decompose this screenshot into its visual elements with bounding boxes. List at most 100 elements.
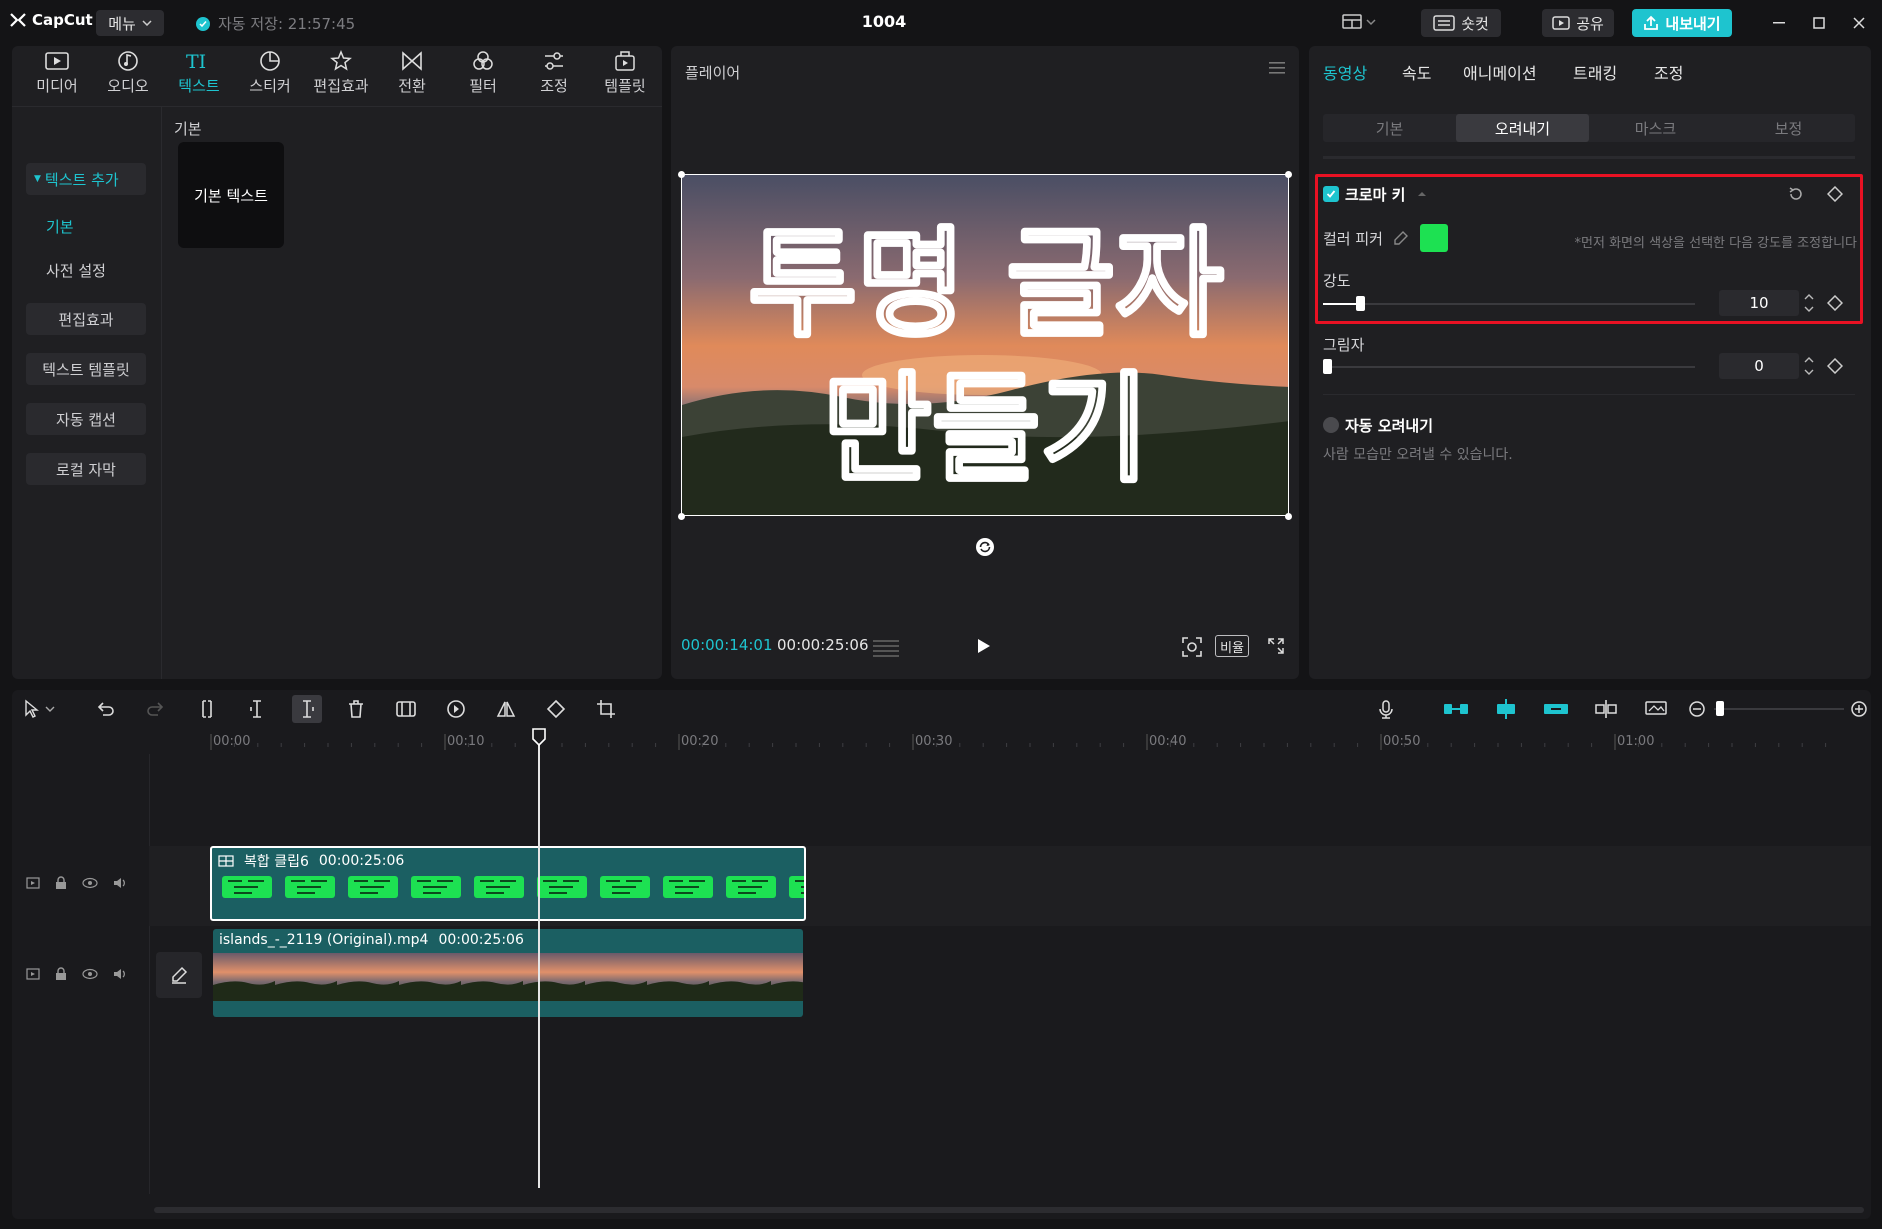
tab-adjust[interactable]: 조정 (1654, 60, 1683, 84)
clip-duration: 00:00:25:06 (438, 932, 524, 948)
intensity-input[interactable]: 10 (1719, 290, 1799, 316)
track-cover-icon[interactable] (26, 877, 40, 889)
mirror-icon[interactable] (496, 699, 516, 719)
tab-sticker[interactable]: 스티커 (235, 50, 305, 104)
tab-text[interactable]: TI 텍스트 (164, 50, 234, 104)
nav-basic[interactable]: 기본 (26, 210, 146, 242)
shadow-slider-knob[interactable] (1323, 359, 1332, 374)
freeze-frame-icon[interactable] (395, 699, 417, 719)
subtab-basic[interactable]: 기본 (1323, 114, 1456, 142)
main-track-magnet-icon[interactable] (1443, 701, 1469, 717)
subtab-mask[interactable]: 마스크 (1589, 114, 1722, 142)
select-cursor-icon[interactable] (24, 699, 58, 719)
lock-icon[interactable] (54, 967, 68, 981)
minimize-icon[interactable] (1764, 10, 1794, 36)
tab-animation[interactable]: 애니메이션 (1463, 60, 1537, 84)
stepper-icon[interactable] (1803, 353, 1815, 379)
tab-speed[interactable]: 속도 (1402, 60, 1431, 84)
shortcut-button[interactable]: 숏컷 (1421, 9, 1501, 37)
preview-axis-icon[interactable] (1594, 699, 1618, 719)
eyedropper-icon[interactable] (1393, 230, 1409, 246)
playhead-handle[interactable] (532, 728, 546, 746)
subtab-cutout[interactable]: 오려내기 (1456, 114, 1589, 142)
keyframe-diamond-icon[interactable] (1827, 186, 1843, 202)
chroma-key-checkbox[interactable] (1323, 186, 1339, 202)
playhead[interactable] (538, 730, 541, 1188)
zoom-out-icon[interactable] (1688, 700, 1706, 718)
nav-local-caption[interactable]: 로컬 자막 (26, 453, 146, 485)
auto-snap-icon[interactable] (1493, 698, 1519, 720)
nav-text-template[interactable]: 텍스트 템플릿 (26, 353, 146, 385)
crop-icon[interactable] (596, 699, 616, 719)
shadow-slider-track[interactable] (1323, 366, 1695, 368)
filter-icon (473, 51, 493, 70)
tab-audio[interactable]: 오디오 (93, 50, 163, 104)
undo-icon[interactable] (95, 699, 115, 719)
eye-icon[interactable] (82, 968, 98, 980)
nav-add-text[interactable]: ▼ 텍스트 추가 (26, 163, 146, 195)
share-button[interactable]: 공유 (1542, 9, 1614, 37)
resize-handle[interactable] (1285, 513, 1292, 520)
tab-media[interactable]: 미디어 (22, 50, 92, 104)
edit-cover-button[interactable] (156, 952, 202, 998)
rotate-clip-icon[interactable] (546, 699, 566, 719)
maximize-icon[interactable] (1804, 10, 1834, 36)
export-button[interactable]: 내보내기 (1632, 9, 1732, 37)
track-cover-icon[interactable] (26, 968, 40, 980)
tab-effects[interactable]: 편집효과 (306, 50, 376, 104)
tab-template[interactable]: 템플릿 (590, 50, 660, 104)
auto-cutout-toggle[interactable] (1323, 417, 1339, 433)
resize-handle[interactable] (678, 513, 685, 520)
lock-icon[interactable] (54, 876, 68, 890)
caret-up-icon[interactable] (1417, 191, 1427, 197)
layout-icon[interactable] (1342, 13, 1378, 31)
speaker-icon[interactable] (112, 967, 128, 981)
microphone-icon[interactable] (1376, 699, 1396, 719)
speaker-icon[interactable] (112, 876, 128, 890)
nav-auto-caption[interactable]: 자동 캡션 (26, 403, 146, 435)
tab-tracking[interactable]: 트래킹 (1573, 60, 1617, 84)
keyframe-diamond-icon[interactable] (1827, 358, 1843, 374)
tab-adjust[interactable]: 조정 (519, 50, 589, 104)
reset-icon[interactable] (1787, 185, 1805, 203)
reverse-icon[interactable] (446, 699, 466, 719)
zoom-slider-track[interactable] (1714, 708, 1844, 710)
intensity-slider-knob[interactable] (1356, 296, 1366, 311)
ratio-button[interactable]: 비율 (1215, 635, 1249, 657)
subtab-correction[interactable]: 보정 (1722, 114, 1855, 142)
video-preview[interactable]: 투명 글자 만들기 (681, 174, 1289, 516)
redo-icon[interactable] (146, 699, 166, 719)
default-text-card[interactable]: 기본 텍스트 (178, 142, 284, 248)
delete-icon[interactable] (346, 699, 366, 719)
nav-effects[interactable]: 편집효과 (26, 303, 146, 335)
intensity-slider-track[interactable] (1323, 303, 1695, 305)
split-icon[interactable] (197, 699, 217, 719)
fit-screen-icon[interactable] (1181, 636, 1203, 658)
split-right-icon[interactable] (292, 695, 322, 723)
nav-presets[interactable]: 사전 설정 (26, 254, 146, 286)
zoom-slider-knob[interactable] (1716, 701, 1724, 716)
hamburger-menu-icon[interactable] (1269, 62, 1285, 74)
compound-clip[interactable]: 복합 클립6 00:00:25:06 (210, 846, 806, 921)
timeline-grid-icon[interactable] (873, 640, 899, 658)
timeline-scrollbar[interactable] (154, 1207, 1864, 1213)
play-icon[interactable] (977, 638, 991, 654)
stepper-icon[interactable] (1803, 290, 1815, 316)
fullscreen-icon[interactable] (1267, 637, 1285, 655)
resize-handle[interactable] (678, 171, 685, 178)
picked-color-swatch[interactable] (1420, 224, 1448, 252)
shadow-input[interactable]: 0 (1719, 353, 1799, 379)
tab-video[interactable]: 동영상 (1323, 60, 1367, 84)
resize-handle[interactable] (1285, 171, 1292, 178)
video-clip[interactable]: islands_-_2119 (Original).mp4 00:00:25:0… (213, 929, 803, 1017)
split-left-icon[interactable] (247, 699, 267, 719)
rotate-icon[interactable] (974, 536, 996, 558)
eye-icon[interactable] (82, 877, 98, 889)
keyframe-diamond-icon[interactable] (1827, 295, 1843, 311)
close-icon[interactable] (1844, 10, 1874, 36)
tab-transition[interactable]: 전환 (377, 50, 447, 104)
linkage-icon[interactable] (1543, 701, 1569, 717)
thumbnail-icon[interactable] (1644, 699, 1668, 719)
tab-filter[interactable]: 필터 (448, 50, 518, 104)
zoom-in-icon[interactable] (1850, 700, 1868, 718)
